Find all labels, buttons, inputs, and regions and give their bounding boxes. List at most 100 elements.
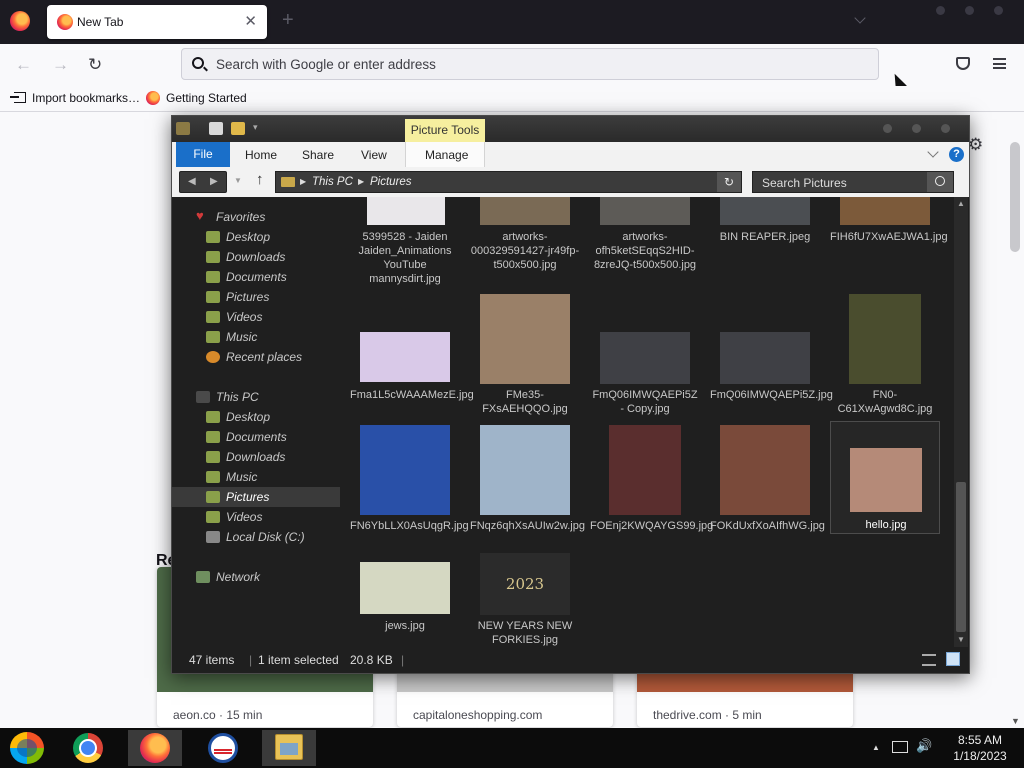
explorer-minimize-button[interactable] — [883, 124, 892, 133]
pocket-icon[interactable] — [956, 57, 970, 70]
file-item[interactable]: 5399528 - Jaiden Jaiden_Animations YouTu… — [350, 197, 460, 289]
campaign-logo-icon[interactable] — [208, 733, 238, 763]
forward-button[interactable]: → — [52, 55, 69, 75]
file-name: FOKdUxfXoAIfhWG.jpg — [710, 520, 825, 532]
nav-fav-downloads[interactable]: Downloads — [172, 247, 340, 267]
file-item[interactable]: FmQ06IMWQAEPi5Z.jpg — [710, 332, 833, 422]
explorer-maximize-button[interactable] — [912, 124, 921, 133]
browser-tab-new-tab[interactable]: New Tab ✕ — [47, 5, 267, 39]
reload-button[interactable]: ↻ — [88, 55, 102, 75]
breadcrumb-separator-icon[interactable]: ▶ — [358, 177, 364, 186]
forward-arrow-icon[interactable]: ▶ — [210, 176, 218, 187]
nav-this-pc[interactable]: This PC — [172, 387, 340, 407]
recent-places-icon — [206, 351, 220, 363]
nav-pc-music[interactable]: Music — [172, 467, 340, 487]
nav-label: Videos — [226, 510, 263, 524]
tab-home[interactable]: Home — [245, 148, 277, 162]
tab-file[interactable]: File — [176, 142, 230, 167]
nav-pc-desktop[interactable]: Desktop — [172, 407, 340, 427]
file-item[interactable]: FIH6fU7XwAEJWA1.jpg — [830, 197, 948, 267]
file-item[interactable]: FmQ06IMWQAEPi5Z - Copy.jpg — [590, 332, 700, 422]
file-item[interactable]: FN6YbLLX0AsUqgR.jpg — [350, 425, 469, 550]
search-icon[interactable] — [927, 172, 953, 192]
firefox-icon[interactable] — [140, 733, 170, 763]
nav-fav-desktop[interactable]: Desktop — [172, 227, 340, 247]
file-item-selected[interactable]: hello.jpg — [830, 421, 940, 534]
network-status-icon[interactable] — [892, 741, 908, 753]
pictures-icon — [206, 491, 220, 503]
nav-fav-documents[interactable]: Documents — [172, 267, 340, 287]
file-item[interactable]: artworks-ofh5ketSEqqS2HID-8zreJQ-t500x50… — [590, 197, 700, 277]
new-tab-button[interactable]: + — [282, 10, 294, 30]
hamburger-menu-icon[interactable] — [993, 58, 1006, 69]
nav-pc-videos[interactable]: Videos — [172, 507, 340, 527]
chrome-icon[interactable] — [73, 733, 103, 763]
tab-view[interactable]: View — [361, 148, 387, 162]
scroll-up-arrow[interactable]: ▲ — [957, 199, 965, 208]
nav-pc-local-disk[interactable]: Local Disk (C:) — [172, 527, 340, 547]
properties-icon[interactable] — [209, 122, 223, 135]
explorer-close-button[interactable] — [941, 124, 950, 133]
nav-fav-pictures[interactable]: Pictures — [172, 287, 340, 307]
url-bar[interactable]: Search with Google or enter address — [181, 48, 879, 80]
close-window-button[interactable] — [994, 6, 1003, 15]
file-thumbnail — [849, 294, 921, 384]
start-button[interactable] — [10, 732, 44, 764]
tab-manage[interactable]: Manage — [425, 148, 468, 162]
breadcrumb-separator-icon[interactable]: ▶ — [300, 177, 306, 186]
new-folder-icon[interactable] — [231, 122, 245, 135]
file-item[interactable]: BIN REAPER.jpeg — [710, 197, 820, 257]
quick-access-dropdown-icon[interactable]: ▾ — [253, 122, 258, 133]
maximize-button[interactable] — [965, 6, 974, 15]
nav-favorites[interactable]: ♥ Favorites — [172, 207, 340, 227]
file-item[interactable]: FOKdUxfXoAIfhWG.jpg — [710, 425, 825, 550]
explorer-scrollbar[interactable]: ▲ ▼ — [954, 197, 968, 647]
nav-pc-downloads[interactable]: Downloads — [172, 447, 340, 467]
nav-fav-music[interactable]: Music — [172, 327, 340, 347]
file-name: FMe35-FXsAEHQQO.jpg — [482, 389, 568, 415]
file-item[interactable]: jews.jpg — [350, 562, 460, 647]
expand-ribbon-icon[interactable] — [927, 146, 939, 158]
nav-fav-videos[interactable]: Videos — [172, 307, 340, 327]
tab-share[interactable]: Share — [302, 148, 334, 162]
bookmark-import[interactable]: Import bookmarks… — [32, 91, 140, 105]
breadcrumb-pictures[interactable]: Pictures — [370, 176, 412, 188]
show-hidden-icons-icon[interactable]: ▲ — [872, 743, 880, 752]
file-item[interactable]: FN0-C61XwAgwd8C.jpg — [830, 294, 940, 422]
address-bar[interactable]: ▶ This PC ▶ Pictures ↻ — [275, 171, 742, 193]
file-item[interactable]: 2023 NEW YEARS NEW FORKIES.jpg — [470, 553, 580, 647]
tab-close-icon[interactable]: ✕ — [244, 12, 257, 30]
large-icons-view-icon[interactable] — [946, 652, 960, 666]
file-item[interactable]: FMe35-FXsAEHQQO.jpg — [470, 294, 580, 422]
scroll-down-arrow[interactable]: ▼ — [1011, 716, 1020, 726]
nav-network[interactable]: Network — [172, 567, 340, 587]
firefox-view-icon[interactable] — [10, 11, 30, 31]
bookmark-getting-started[interactable]: Getting Started — [166, 91, 247, 105]
minimize-button[interactable] — [936, 6, 945, 15]
file-item[interactable]: FOEnj2KWQAYGS99.jpg — [590, 425, 713, 550]
volume-icon[interactable]: 🔊 — [916, 738, 932, 754]
scroll-down-arrow[interactable]: ▼ — [957, 635, 965, 644]
back-arrow-icon[interactable]: ◀ — [188, 176, 196, 187]
clock[interactable]: 8:55 AM 1/18/2023 — [950, 732, 1010, 764]
list-all-tabs-icon[interactable] — [854, 14, 866, 26]
refresh-button[interactable]: ↻ — [717, 172, 741, 192]
file-item[interactable]: artworks-000329591427-jr49fp-t500x500.jp… — [470, 197, 580, 277]
file-item[interactable]: Fma1L5cWAAAMezE.jpg — [350, 327, 474, 422]
scrollbar-thumb[interactable] — [956, 482, 966, 632]
nav-pc-pictures[interactable]: Pictures — [172, 487, 340, 507]
nav-fav-recent[interactable]: Recent places — [172, 347, 340, 367]
file-explorer-icon[interactable] — [275, 734, 303, 760]
gear-icon[interactable]: ⚙ — [968, 135, 983, 155]
help-icon[interactable]: ? — [949, 147, 964, 162]
breadcrumb-this-pc[interactable]: This PC — [312, 176, 353, 188]
scrollbar-thumb[interactable] — [1010, 142, 1020, 252]
page-scrollbar[interactable]: ▼ — [1008, 122, 1022, 726]
details-view-icon[interactable] — [922, 654, 936, 666]
back-button[interactable]: ← — [15, 55, 32, 75]
search-box[interactable]: Search Pictures — [752, 171, 954, 193]
recent-locations-icon[interactable]: ▼ — [234, 176, 242, 185]
nav-pc-documents[interactable]: Documents — [172, 427, 340, 447]
file-item[interactable]: FNqz6qhXsAUIw2w.jpg — [470, 425, 585, 550]
up-arrow-icon[interactable]: ↑ — [256, 171, 264, 188]
